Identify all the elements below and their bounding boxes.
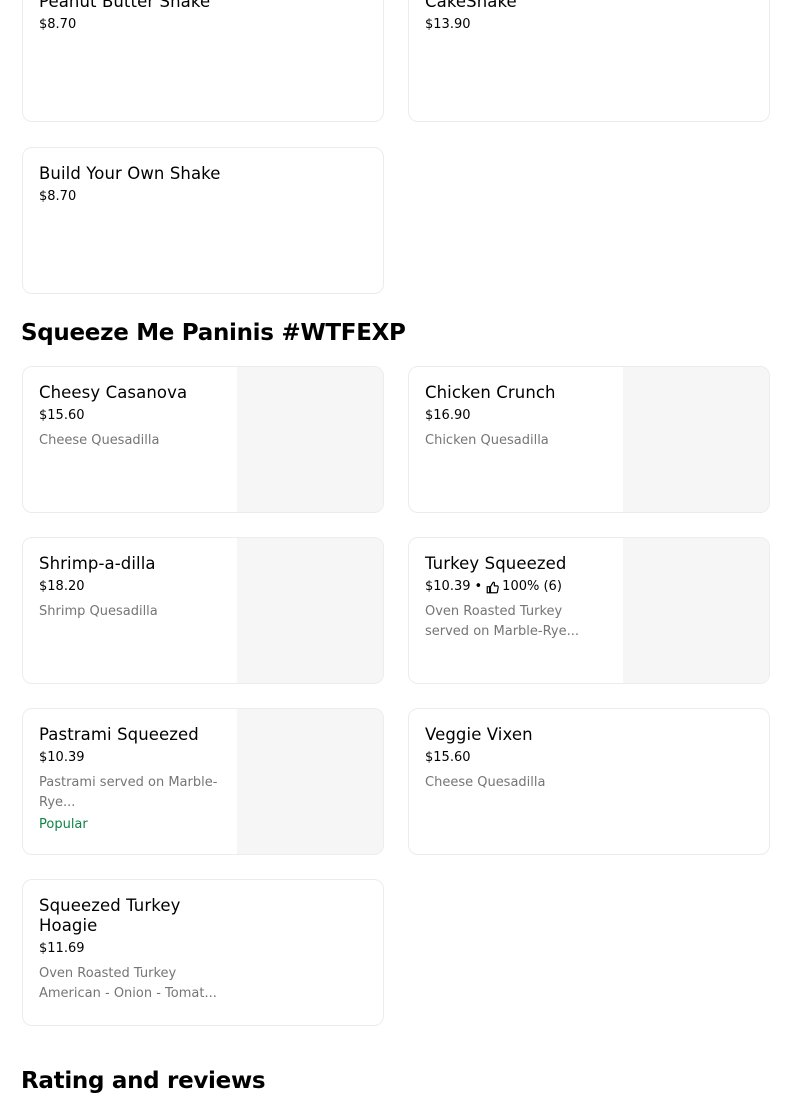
item-price: $13.90 (425, 17, 471, 32)
item-name: Veggie Vixen (425, 725, 533, 744)
item-price: $10.39 (39, 750, 85, 765)
item-price: $18.20 (39, 579, 85, 594)
item-image (237, 538, 383, 683)
item-description: Cheese Quesadilla (39, 433, 160, 448)
menu-item-card-turkey-squeezed[interactable]: Turkey Squeezed $10.39 • 100% (6) Oven R… (408, 537, 770, 684)
menu-item-card-cheesy-casanova[interactable]: Cheesy Casanova $15.60 Cheese Quesadilla (22, 366, 384, 513)
item-description: Pastrami served on Marble-Rye... (39, 775, 218, 810)
menu-item-card-build-your-own-shake[interactable]: Build Your Own Shake $8.70 (22, 147, 384, 294)
item-description: Oven Roasted Turkey served on Marble-Rye… (425, 604, 580, 639)
item-description: Oven Roasted Turkey American - Onion - T… (39, 966, 217, 1001)
item-price: $15.60 (425, 750, 471, 765)
item-price: $8.70 (39, 189, 77, 204)
section-title-rating-and-reviews: Rating and reviews (21, 1068, 266, 1094)
item-price: $8.70 (39, 17, 77, 32)
item-name: CakeShake (425, 0, 517, 11)
item-name: Squeezed Turkey Hoagie (39, 896, 181, 935)
item-description: Cheese Quesadilla (425, 775, 546, 790)
item-name: Turkey Squeezed (425, 554, 567, 573)
item-name: Cheesy Casanova (39, 383, 188, 402)
item-name: Shrimp-a-dilla (39, 554, 156, 573)
item-description: Shrimp Quesadilla (39, 604, 158, 619)
item-description: Chicken Quesadilla (425, 433, 549, 448)
menu-item-card-pastrami-squeezed[interactable]: Pastrami Squeezed $10.39 Pastrami served… (22, 708, 384, 855)
menu-item-card-shrimp-a-dilla[interactable]: Shrimp-a-dilla $18.20 Shrimp Quesadilla (22, 537, 384, 684)
item-image (623, 367, 769, 512)
item-image (237, 709, 383, 854)
menu-item-card-veggie-vixen[interactable]: Veggie Vixen $15.60 Cheese Quesadilla (408, 708, 770, 855)
section-title-paninis: Squeeze Me Paninis #WTFEXP (21, 320, 406, 346)
item-name: Chicken Crunch (425, 383, 556, 402)
menu-item-card-peanut-butter-shake[interactable]: Peanut Butter Shake $8.70 (22, 0, 384, 122)
item-name: Pastrami Squeezed (39, 725, 199, 744)
item-name: Peanut Butter Shake (39, 0, 211, 11)
item-name: Build Your Own Shake (39, 164, 221, 183)
item-price: $15.60 (39, 408, 85, 423)
menu-item-card-squeezed-turkey-hoagie[interactable]: Squeezed Turkey Hoagie $11.69 Oven Roast… (22, 879, 384, 1026)
item-price: $16.90 (425, 408, 471, 423)
meta-separator: • (474, 579, 483, 594)
item-price: $10.39 (425, 579, 471, 594)
popular-badge: Popular (39, 817, 88, 832)
thumbs-up-icon (486, 581, 499, 593)
item-rating: 100% (6) (502, 579, 562, 594)
item-image (623, 538, 769, 683)
item-image (237, 367, 383, 512)
item-price: $11.69 (39, 941, 85, 956)
menu-item-card-cakeshake[interactable]: CakeShake $13.90 (408, 0, 770, 122)
menu-item-card-chicken-crunch[interactable]: Chicken Crunch $16.90 Chicken Quesadilla (408, 366, 770, 513)
